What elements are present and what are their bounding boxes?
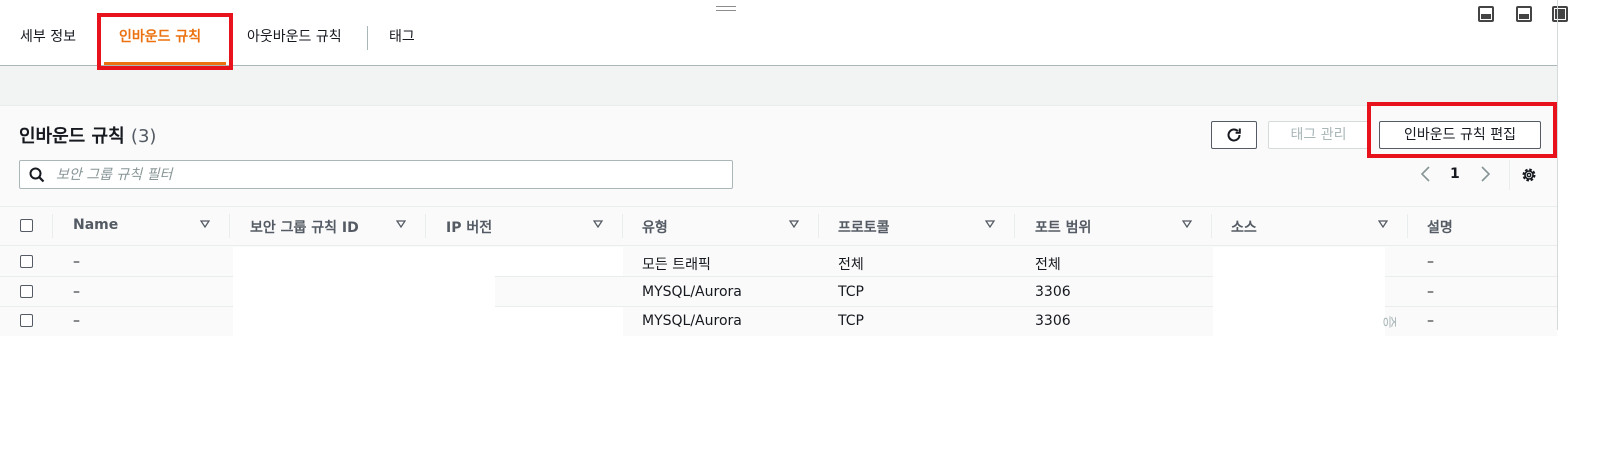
cell-name: – [73,284,80,300]
sort-caret-icon[interactable] [789,220,799,228]
row-checkbox[interactable] [20,314,33,327]
scrollbar-track[interactable] [1557,0,1558,330]
dock-bottom-icon[interactable] [1478,6,1494,22]
cell-port-range: 3306 [1035,284,1071,300]
pager-divider [1509,160,1510,190]
row-checkbox[interactable] [20,285,33,298]
sort-caret-icon[interactable] [200,220,210,228]
column-header-ip-version[interactable]: IP 버전 [446,217,492,237]
column-header-port-range[interactable]: 포트 범위 [1035,217,1091,237]
cell-name: – [73,254,80,270]
column-header-source[interactable]: 소스 [1231,217,1257,237]
cell-port-range: 3306 [1035,313,1071,329]
tab-tags[interactable]: 태그 [389,26,415,46]
cell-name: – [73,313,80,329]
current-page-number[interactable]: 1 [1450,166,1460,182]
panel-title-text: 인바운드 규칙 [19,126,125,147]
highlight-box-edit-button [1367,102,1557,158]
sort-caret-icon[interactable] [396,220,406,228]
empty-area [0,336,1597,449]
tab-outbound-rules[interactable]: 아웃바운드 규칙 [247,26,342,46]
column-divider [1211,214,1212,238]
sort-caret-icon[interactable] [985,220,995,228]
column-header-name[interactable]: Name [73,217,118,233]
sort-caret-icon[interactable] [1182,220,1192,228]
select-all-checkbox[interactable] [20,219,33,232]
sort-caret-icon[interactable] [1378,220,1388,228]
row-checkbox[interactable] [20,255,33,268]
refresh-button[interactable] [1211,121,1257,149]
column-divider [1407,214,1408,238]
refresh-icon [1227,128,1241,142]
dock-full-icon[interactable] [1552,6,1568,22]
search-input[interactable] [54,163,718,187]
column-divider [425,214,426,238]
column-header-description[interactable]: 설명 [1427,217,1453,237]
column-divider [1014,214,1015,238]
panel-title: 인바운드 규칙 (3) [19,122,156,148]
redacted-region [495,307,623,336]
redacted-region [233,247,495,336]
cell-type: MYSQL/Aurora [642,313,742,329]
tab-divider [367,26,368,50]
redacted-region [1213,247,1385,336]
column-header-protocol[interactable]: 프로토콜 [838,217,890,237]
cell-type: MYSQL/Aurora [642,284,742,300]
next-page-icon[interactable] [1478,166,1492,182]
dock-split-icon[interactable] [1516,6,1532,22]
cell-port-range: 전체 [1035,257,1061,273]
cell-description: – [1427,313,1434,329]
cell-description: – [1427,254,1434,270]
sort-caret-icon[interactable] [593,220,603,228]
cell-protocol: TCP [838,284,864,300]
column-divider [229,214,230,238]
cell-protocol: 전체 [838,257,864,273]
rule-filter-search[interactable] [19,160,733,189]
cell-type: 모든 트래픽 [642,257,711,273]
column-divider [52,214,53,238]
panel-resize-handle[interactable] [716,6,736,12]
highlight-box-inbound-tab [97,13,233,70]
rule-count: (3) [130,126,157,147]
column-divider [622,214,623,238]
tab-details[interactable]: 세부 정보 [20,26,76,46]
redacted-region [495,247,623,276]
truncated-text: 증 [1380,315,1397,329]
header-spacer [0,66,1557,106]
column-divider [818,214,819,238]
cell-protocol: TCP [838,313,864,329]
search-icon [29,167,45,183]
column-header-type[interactable]: 유형 [642,217,668,237]
column-header-rule-id[interactable]: 보안 그룹 규칙 ID [250,217,359,237]
manage-tags-button[interactable]: 태그 관리 [1268,121,1369,149]
settings-gear-icon[interactable] [1520,166,1538,184]
previous-page-icon[interactable] [1419,166,1433,182]
table-header [0,206,1557,246]
cell-description: – [1427,284,1434,300]
